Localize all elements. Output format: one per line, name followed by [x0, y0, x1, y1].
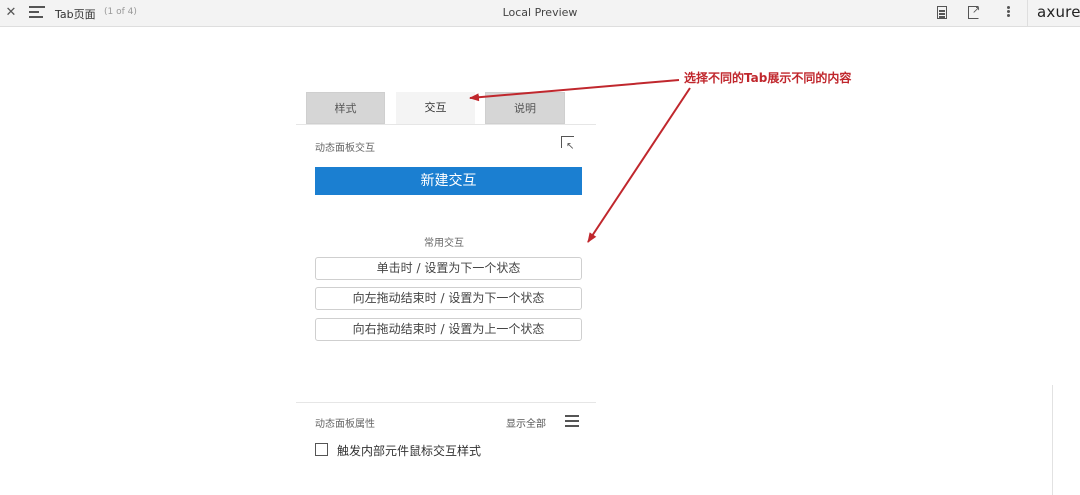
show-all-link[interactable]: 显示全部 [506, 415, 546, 430]
tab-bar: 样式 交互 说明 [306, 92, 594, 124]
tab-interactions[interactable]: 交互 [396, 92, 475, 124]
tab-divider [296, 124, 596, 125]
arrow-to-content [587, 87, 691, 243]
collapse-corner-icon[interactable]: ↖ [561, 136, 578, 152]
window-title: Local Preview [502, 6, 578, 19]
common-interaction-item[interactable]: 向左拖动结束时 / 设置为下一个状态 [315, 287, 582, 310]
mouse-style-checkbox[interactable] [315, 443, 328, 456]
common-interactions-label: 常用交互 [424, 238, 464, 249]
common-interaction-item[interactable]: 单击时 / 设置为下一个状态 [315, 257, 582, 280]
hamburger-icon[interactable] [565, 415, 579, 427]
toolbar-divider [1027, 0, 1028, 27]
axure-logo: axure [1037, 3, 1080, 21]
annotation-text: 选择不同的Tab展示不同的内容 [684, 71, 852, 85]
tab-notes[interactable]: 说明 [485, 92, 565, 124]
properties-section-label: 动态面板属性 [315, 419, 375, 430]
new-interaction-button[interactable]: 新建交互 [315, 167, 582, 195]
common-interaction-item[interactable]: 向右拖动结束时 / 设置为上一个状态 [315, 318, 582, 341]
scroll-edge [1052, 385, 1053, 495]
document-icon[interactable] [934, 5, 950, 21]
section-divider [296, 402, 596, 403]
more-vertical-icon[interactable] [1004, 5, 1012, 21]
tab-style[interactable]: 样式 [306, 92, 385, 124]
share-icon[interactable]: ↗ [966, 5, 982, 21]
mouse-style-checkbox-label: 触发内部元件鼠标交互样式 [337, 444, 482, 458]
interaction-section-label: 动态面板交互 [315, 143, 375, 154]
top-toolbar: ✕ Tab页面 (1 of 4) Local Preview ↗ axure [0, 0, 1080, 27]
